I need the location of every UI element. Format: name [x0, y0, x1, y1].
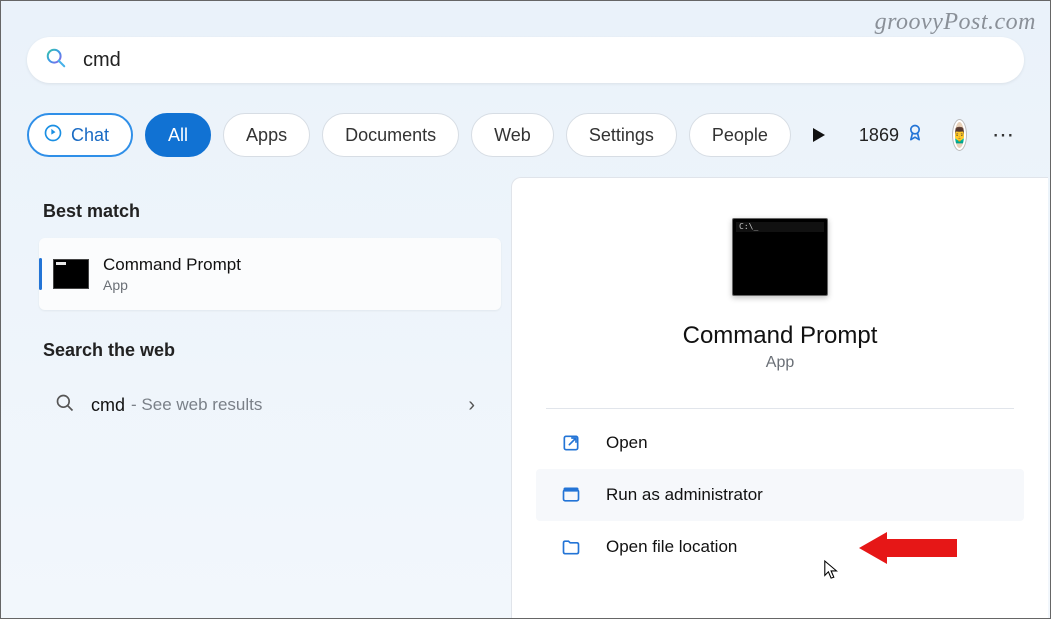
- watermark-text: groovyPost.com: [875, 9, 1036, 36]
- filter-documents[interactable]: Documents: [322, 113, 459, 157]
- cmd-large-icon: [732, 218, 828, 296]
- search-icon: [55, 393, 75, 418]
- action-label: Open: [606, 433, 648, 453]
- filter-people[interactable]: People: [689, 113, 791, 157]
- best-match-heading: Best match: [43, 201, 511, 222]
- search-web-heading: Search the web: [43, 340, 511, 361]
- panel-subtitle: App: [512, 354, 1048, 372]
- folder-icon: [558, 537, 584, 557]
- selection-indicator: [39, 258, 42, 290]
- result-subtitle: App: [103, 277, 241, 293]
- shield-admin-icon: [558, 485, 584, 505]
- bing-chat-icon: [43, 123, 63, 148]
- action-label: Run as administrator: [606, 485, 763, 505]
- web-query-text: cmd: [91, 395, 125, 416]
- filter-label: Settings: [589, 125, 654, 146]
- filter-label: People: [712, 125, 768, 146]
- filter-label: Documents: [345, 125, 436, 146]
- filter-label: Chat: [71, 125, 109, 146]
- avatar-face-icon: 🙍‍♂️: [953, 125, 966, 145]
- filter-label: Apps: [246, 125, 287, 146]
- filter-web[interactable]: Web: [471, 113, 554, 157]
- search-input[interactable]: [81, 48, 1006, 73]
- user-avatar[interactable]: 🙍‍♂️: [953, 120, 966, 150]
- divider: [546, 408, 1014, 409]
- more-filters-icon[interactable]: [813, 128, 825, 142]
- web-result-cmd[interactable]: cmd - See web results ›: [39, 377, 511, 433]
- result-command-prompt[interactable]: Command Prompt App: [39, 238, 501, 310]
- search-bar[interactable]: [27, 37, 1024, 83]
- filter-label: Web: [494, 125, 531, 146]
- action-open[interactable]: Open: [536, 417, 1024, 469]
- chevron-right-icon[interactable]: ›: [468, 394, 475, 417]
- action-run-as-administrator[interactable]: Run as administrator: [536, 469, 1024, 521]
- panel-title: Command Prompt: [512, 322, 1048, 350]
- web-hint-text: - See web results: [131, 395, 262, 415]
- filter-apps[interactable]: Apps: [223, 113, 310, 157]
- filter-all[interactable]: All: [145, 113, 211, 157]
- points-value: 1869: [859, 125, 899, 146]
- rewards-medal-icon: [905, 123, 925, 148]
- open-icon: [558, 433, 584, 453]
- result-title: Command Prompt: [103, 255, 241, 275]
- filter-bar: Chat All Apps Documents Web Settings Peo…: [27, 109, 1024, 161]
- search-icon: [45, 47, 67, 74]
- action-open-file-location[interactable]: Open file location: [536, 521, 1024, 573]
- preview-panel: Command Prompt App Open Run as administr…: [511, 177, 1048, 618]
- rewards-points[interactable]: 1869: [859, 123, 925, 148]
- action-label: Open file location: [606, 537, 737, 557]
- filter-chat[interactable]: Chat: [27, 113, 133, 157]
- cmd-app-icon: [53, 259, 89, 289]
- filter-label: All: [168, 125, 188, 146]
- more-options-icon[interactable]: ⋯: [984, 122, 1024, 148]
- filter-settings[interactable]: Settings: [566, 113, 677, 157]
